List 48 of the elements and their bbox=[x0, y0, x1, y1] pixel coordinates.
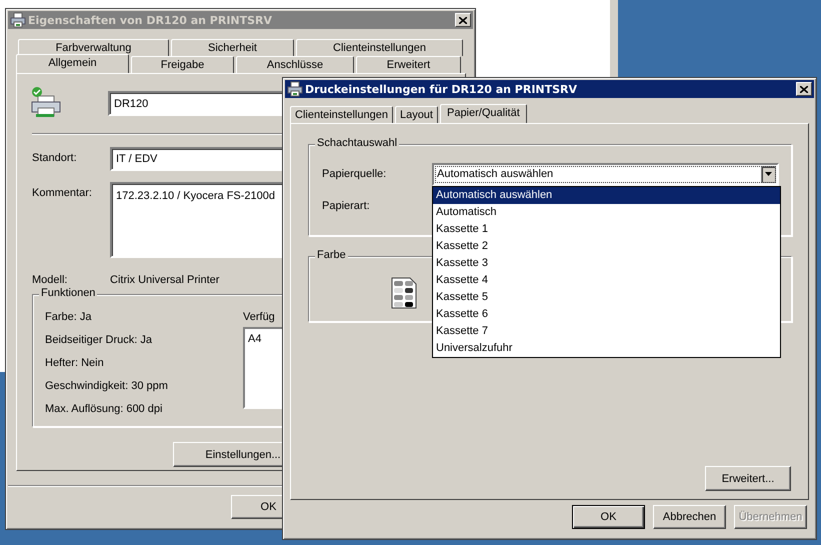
tab[interactable]: Layout bbox=[394, 106, 438, 123]
feature-text: Hefter: Nein bbox=[45, 357, 105, 371]
dropdown-option[interactable]: Kassette 4 bbox=[433, 272, 780, 288]
tab[interactable]: Anschlüsse bbox=[236, 56, 354, 73]
caret-icon bbox=[765, 172, 772, 176]
close-icon bbox=[800, 86, 808, 92]
dropdown-option[interactable]: Universalzufuhr bbox=[433, 340, 780, 356]
dropdown-option[interactable]: Automatisch auswählen bbox=[433, 186, 780, 204]
dialog-button[interactable]: Abbrechen bbox=[653, 505, 726, 529]
dropdown-option[interactable]: Kassette 3 bbox=[433, 254, 780, 272]
window-title: Eigenschaften von DR120 an PRINTSRV bbox=[28, 14, 274, 26]
color-document-icon bbox=[391, 277, 417, 309]
dropdown-option[interactable]: Kassette 5 bbox=[433, 288, 780, 306]
dropdown-option[interactable]: Kassette 2 bbox=[433, 238, 780, 254]
advanced-button[interactable]: Erweitert... bbox=[705, 466, 791, 491]
close-icon bbox=[459, 16, 467, 24]
paper-source-label: Papierquelle: bbox=[322, 168, 388, 180]
paper-type-label: Papierart: bbox=[322, 200, 371, 212]
tab[interactable]: Clienteinstellungen bbox=[290, 106, 393, 123]
ok-button[interactable]: OK bbox=[572, 505, 645, 529]
comment-label: Kommentar: bbox=[32, 187, 93, 199]
group-title: Schachtauswahl bbox=[315, 137, 400, 149]
tab[interactable]: Freigabe bbox=[131, 56, 234, 73]
location-label: Standort: bbox=[32, 152, 78, 164]
model-value: Citrix Universal Printer bbox=[110, 274, 220, 286]
feature-text: Farbe: Ja bbox=[45, 311, 92, 325]
dropdown-button[interactable] bbox=[761, 166, 776, 182]
dropdown-option[interactable]: Automatisch bbox=[433, 204, 780, 220]
tab[interactable]: Farbverwaltung bbox=[18, 39, 169, 56]
feature-text: Max. Auflösung: 600 dpi bbox=[45, 403, 164, 417]
model-label: Modell: bbox=[32, 274, 68, 286]
printer-icon bbox=[287, 81, 303, 97]
feature-text: Beidseitiger Druck: Ja bbox=[45, 334, 153, 348]
tab[interactable]: Allgemein bbox=[16, 54, 129, 73]
tab[interactable]: Sicherheit bbox=[171, 39, 294, 56]
close-button[interactable] bbox=[796, 82, 812, 96]
dropdown-option[interactable]: Kassette 6 bbox=[433, 306, 780, 322]
close-button[interactable] bbox=[455, 13, 471, 27]
tab[interactable]: Clienteinstellungen bbox=[296, 39, 463, 56]
tab[interactable]: Erweitert bbox=[356, 56, 461, 73]
feature-text: Geschwindigkeit: 30 ppm bbox=[45, 380, 169, 394]
group-title: Farbe bbox=[315, 249, 348, 261]
paper-sizes-label: Verfüg bbox=[243, 311, 276, 325]
dropdown-option[interactable]: Kassette 1 bbox=[433, 220, 780, 238]
group-title: Funktionen bbox=[39, 287, 98, 299]
printer-icon bbox=[10, 12, 26, 28]
dropdown-option[interactable]: Kassette 7 bbox=[433, 322, 780, 340]
tab[interactable]: Papier/Qualität bbox=[440, 104, 527, 123]
